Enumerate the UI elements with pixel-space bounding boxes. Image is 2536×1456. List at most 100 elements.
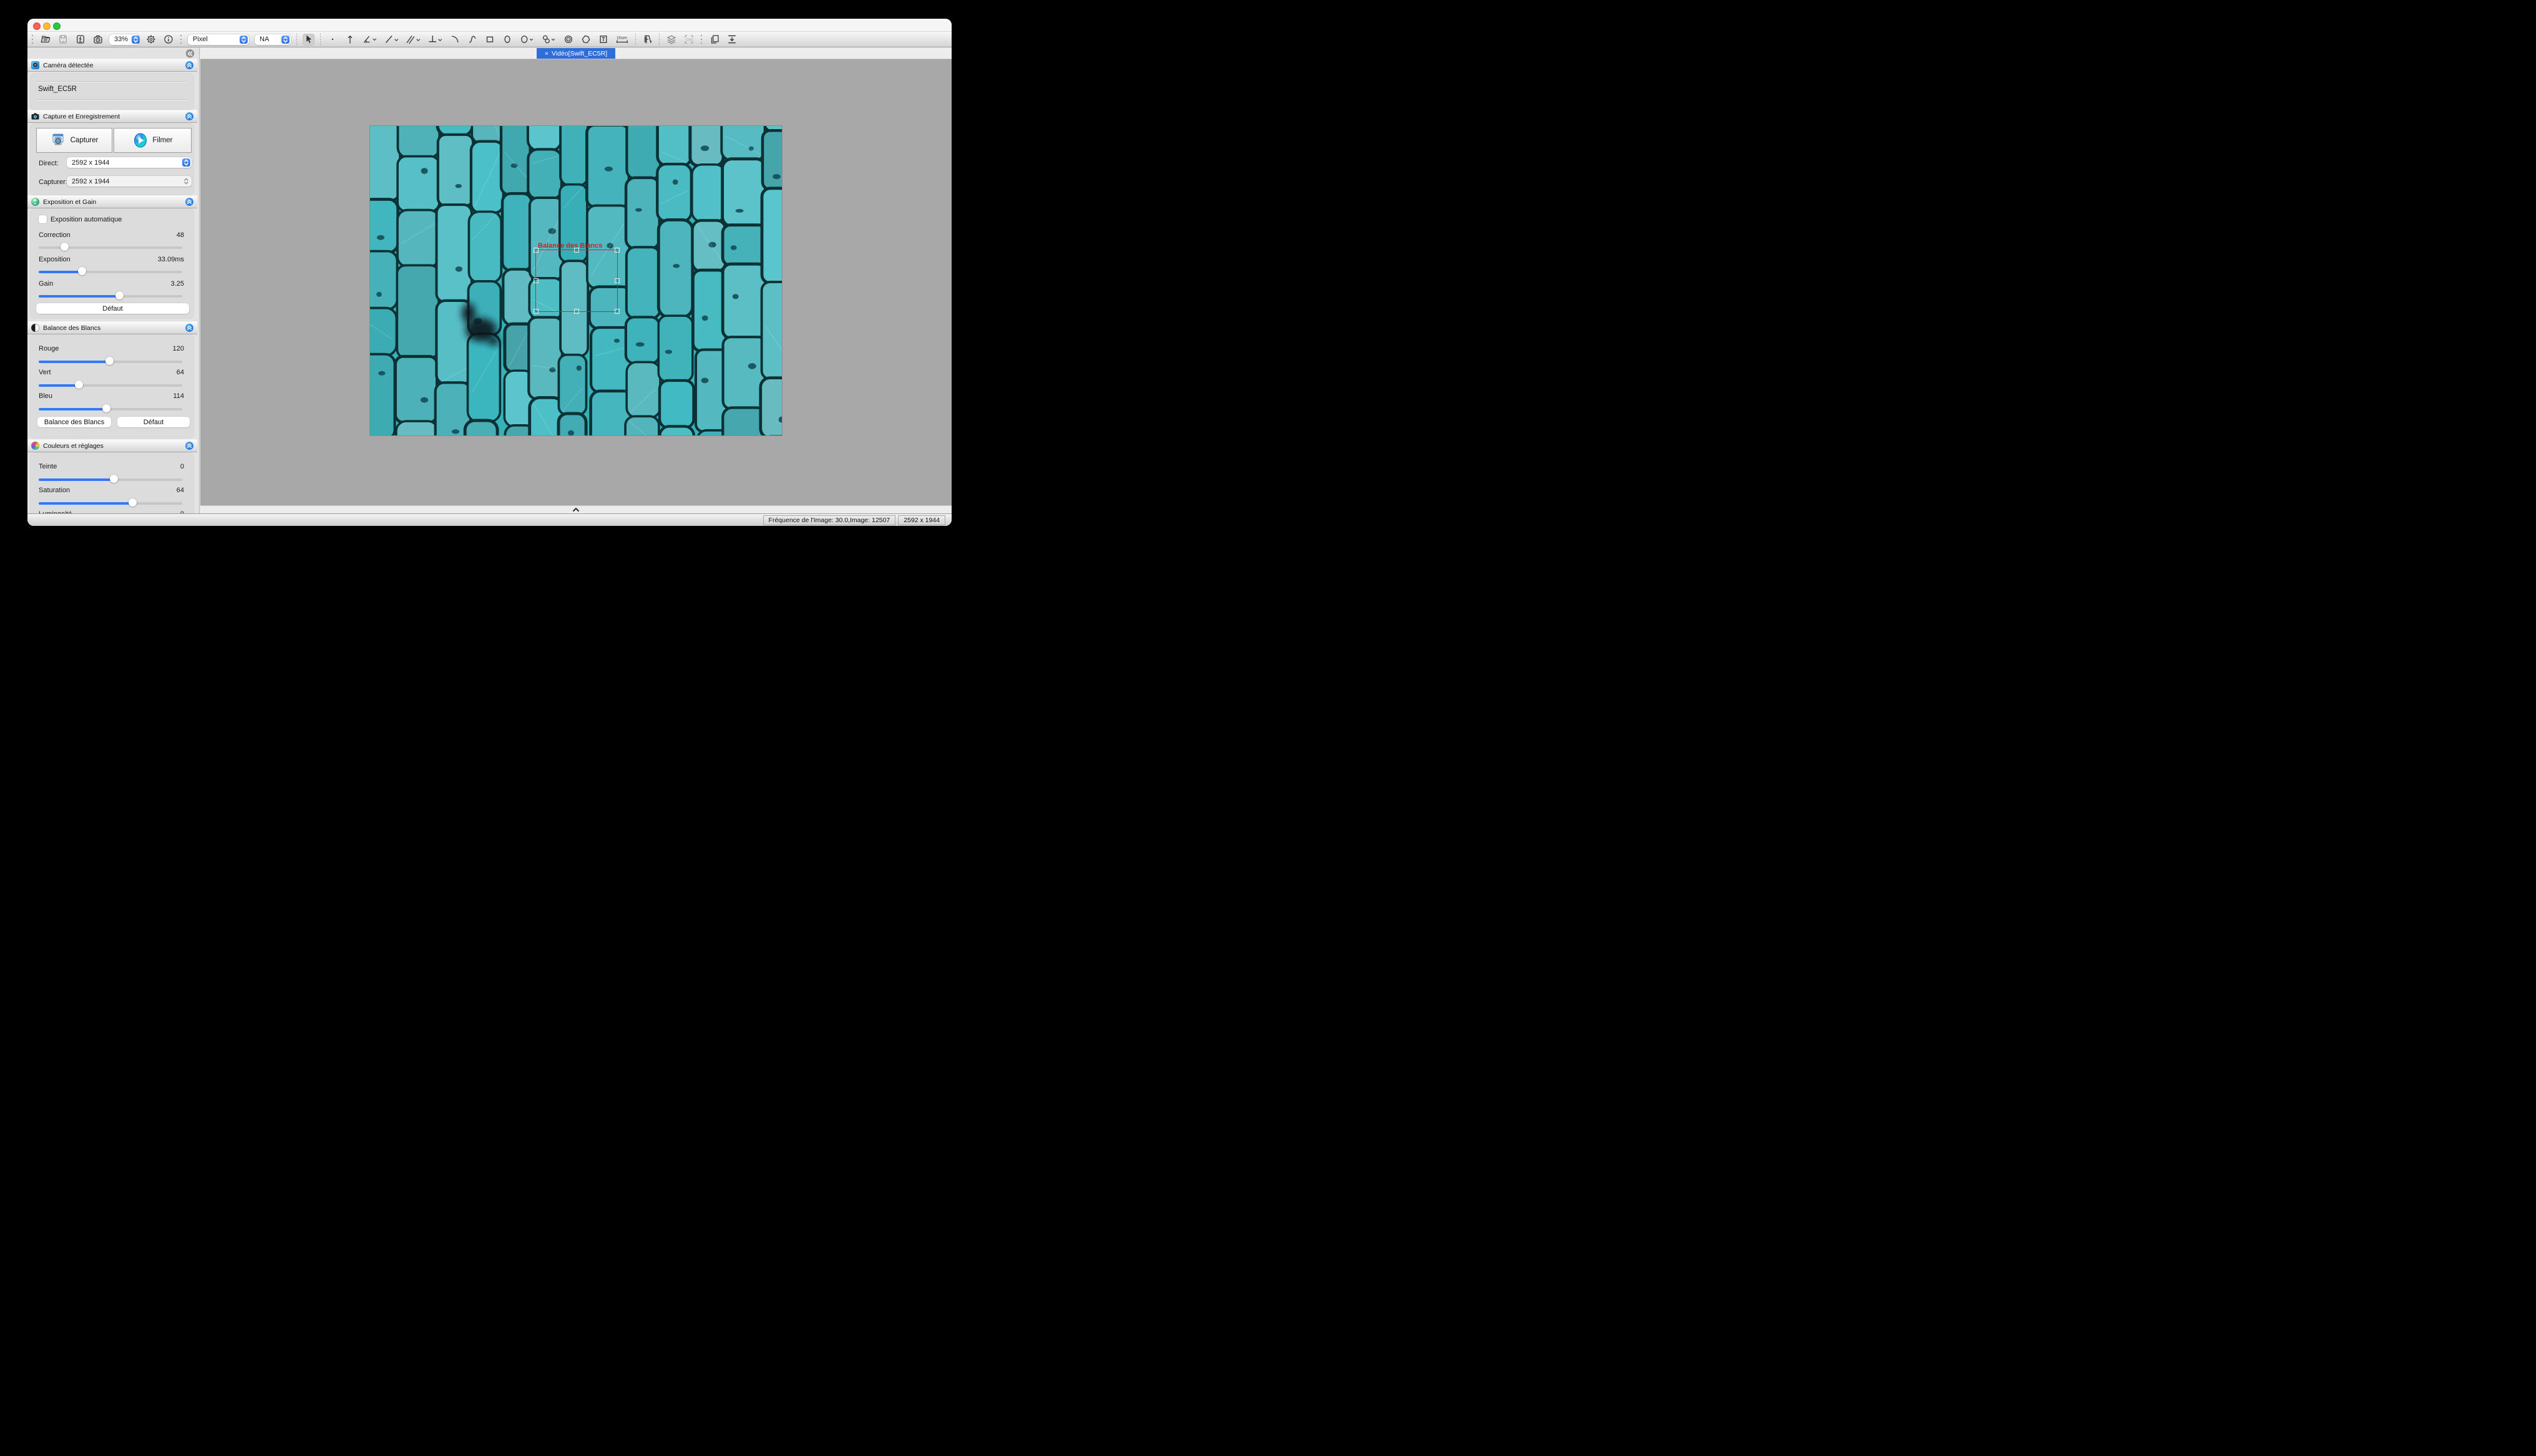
section-header-colors[interactable]: Couleurs et réglages xyxy=(27,439,197,452)
exposure-default-button[interactable]: Défaut xyxy=(36,303,189,314)
polygon-icon[interactable] xyxy=(580,34,592,46)
auto-exposure-checkbox[interactable] xyxy=(39,215,47,223)
hue-label: Teinte xyxy=(39,463,57,471)
roi-handle-ne[interactable] xyxy=(615,248,620,253)
resolution-info: 2592 x 1944 xyxy=(898,515,945,525)
collapse-section-icon[interactable] xyxy=(185,442,193,450)
roi-handle-s[interactable] xyxy=(574,309,579,314)
close-icon[interactable]: × xyxy=(545,50,549,57)
chevron-up-icon xyxy=(572,507,580,512)
collapse-section-icon[interactable] xyxy=(185,324,193,332)
exposure-slider[interactable] xyxy=(39,267,182,276)
na-select[interactable]: NA xyxy=(255,34,291,45)
capture-res-label: Capturer: xyxy=(39,178,67,186)
hue-slider[interactable] xyxy=(39,475,182,483)
collapse-sidebar-icon[interactable] xyxy=(186,49,194,57)
slider-thumb[interactable] xyxy=(61,243,69,251)
white-balance-roi[interactable] xyxy=(535,250,618,312)
calipers-icon[interactable] xyxy=(641,34,653,46)
roi-handle-se[interactable] xyxy=(615,309,620,314)
open-icon[interactable] xyxy=(39,34,51,46)
frame-info: Fréquence de l'Image: 30.0,Image: 12507 xyxy=(763,515,896,525)
status-bar: Fréquence de l'Image: 30.0,Image: 12507 … xyxy=(27,513,952,526)
capture-record-icon xyxy=(31,112,39,120)
section-header-capture[interactable]: Capture et Enregistrement xyxy=(27,110,197,123)
roi-handle-sw[interactable] xyxy=(534,309,539,314)
blue-slider[interactable] xyxy=(39,404,182,413)
exposure-row: Exposition 33.09ms xyxy=(39,256,184,264)
stepper-icon xyxy=(182,177,190,185)
cursor-icon[interactable] xyxy=(303,34,315,46)
scalebar-icon[interactable]: 10um xyxy=(615,34,630,46)
gear-icon[interactable] xyxy=(145,34,157,46)
slider-thumb[interactable] xyxy=(110,475,118,483)
exposure-panel: Exposition automatique Correction 48 Exp… xyxy=(30,208,194,319)
section-title: Caméra détectée xyxy=(43,62,182,69)
export-down-icon[interactable] xyxy=(726,34,738,46)
direct-resolution-select[interactable]: 2592 x 1944 xyxy=(67,157,192,168)
flash-save-icon[interactable] xyxy=(74,34,86,46)
circle-icon[interactable] xyxy=(519,34,535,46)
record-button[interactable]: Filmer xyxy=(114,128,192,153)
unit-select[interactable]: Pixel xyxy=(188,34,249,45)
section-title: Exposition et Gain xyxy=(43,198,182,206)
zoom-select[interactable]: 33% xyxy=(109,34,139,45)
concentric-circles-icon[interactable] xyxy=(562,34,574,46)
save-icon[interactable] xyxy=(57,34,69,46)
curve-icon[interactable] xyxy=(466,34,478,46)
close-window-button[interactable] xyxy=(33,22,41,30)
slider-thumb[interactable] xyxy=(105,357,114,365)
correction-slider[interactable] xyxy=(39,243,182,251)
collapse-section-icon[interactable] xyxy=(185,198,193,206)
slider-thumb[interactable] xyxy=(75,381,83,389)
tab-video[interactable]: × Vidéo[Swift_EC5R] xyxy=(537,48,615,59)
section-header-camera[interactable]: Caméra détectée xyxy=(27,59,197,72)
arc-icon[interactable] xyxy=(449,34,461,46)
camera-list-item[interactable]: Swift_EC5R xyxy=(38,85,77,93)
point-icon[interactable] xyxy=(326,34,338,46)
slider-thumb[interactable] xyxy=(102,404,110,412)
text-icon[interactable] xyxy=(597,34,609,46)
slider-fill xyxy=(39,271,82,273)
info-icon[interactable] xyxy=(162,34,174,46)
red-slider[interactable] xyxy=(39,357,182,366)
rectangle-icon[interactable] xyxy=(484,34,495,46)
collapse-section-icon[interactable] xyxy=(185,112,193,120)
camera-timer-icon[interactable] xyxy=(92,34,104,46)
na-value: NA xyxy=(260,36,278,43)
angle-icon[interactable] xyxy=(361,34,378,46)
perpendicular-icon[interactable] xyxy=(427,34,443,46)
capture-resolution-select[interactable]: 2592 x 1944 xyxy=(67,176,192,187)
minimize-window-button[interactable] xyxy=(43,22,51,30)
section-header-exposure[interactable]: Exposition et Gain xyxy=(27,195,197,208)
roi-handle-w[interactable] xyxy=(534,278,539,283)
layers-icon[interactable] xyxy=(665,34,677,46)
zoom-window-button[interactable] xyxy=(53,22,61,30)
parallel-lines-icon[interactable] xyxy=(405,34,421,46)
separator xyxy=(296,34,297,45)
slider-thumb[interactable] xyxy=(115,291,124,299)
red-row: Rouge 120 xyxy=(39,345,184,353)
white-balance-button[interactable]: Balance des Blancs xyxy=(37,417,111,427)
saturation-slider[interactable] xyxy=(39,498,182,507)
slider-thumb[interactable] xyxy=(129,498,137,507)
csv-export-icon[interactable]: CSV xyxy=(683,34,695,46)
ellipse-icon[interactable] xyxy=(501,34,513,46)
capture-button[interactable]: Capturer xyxy=(36,128,112,153)
collapse-section-icon[interactable] xyxy=(185,61,193,69)
arrow-up-icon[interactable] xyxy=(344,34,356,46)
green-slider[interactable] xyxy=(39,381,182,389)
duplicate-icon[interactable] xyxy=(708,34,720,46)
unit-value: Pixel xyxy=(193,36,236,43)
double-circle-icon[interactable] xyxy=(540,34,557,46)
separator xyxy=(320,34,321,45)
bottom-panel-toggle[interactable] xyxy=(200,505,952,513)
line-icon[interactable] xyxy=(383,34,399,46)
section-title: Capture et Enregistrement xyxy=(43,113,182,120)
section-header-whitebalance[interactable]: Balance des Blancs xyxy=(27,321,197,334)
roi-handle-e[interactable] xyxy=(615,278,620,283)
slider-thumb[interactable] xyxy=(78,267,86,275)
wb-default-button[interactable]: Défaut xyxy=(117,417,190,427)
saturation-row: Saturation 64 xyxy=(39,487,184,495)
gain-slider[interactable] xyxy=(39,291,182,300)
